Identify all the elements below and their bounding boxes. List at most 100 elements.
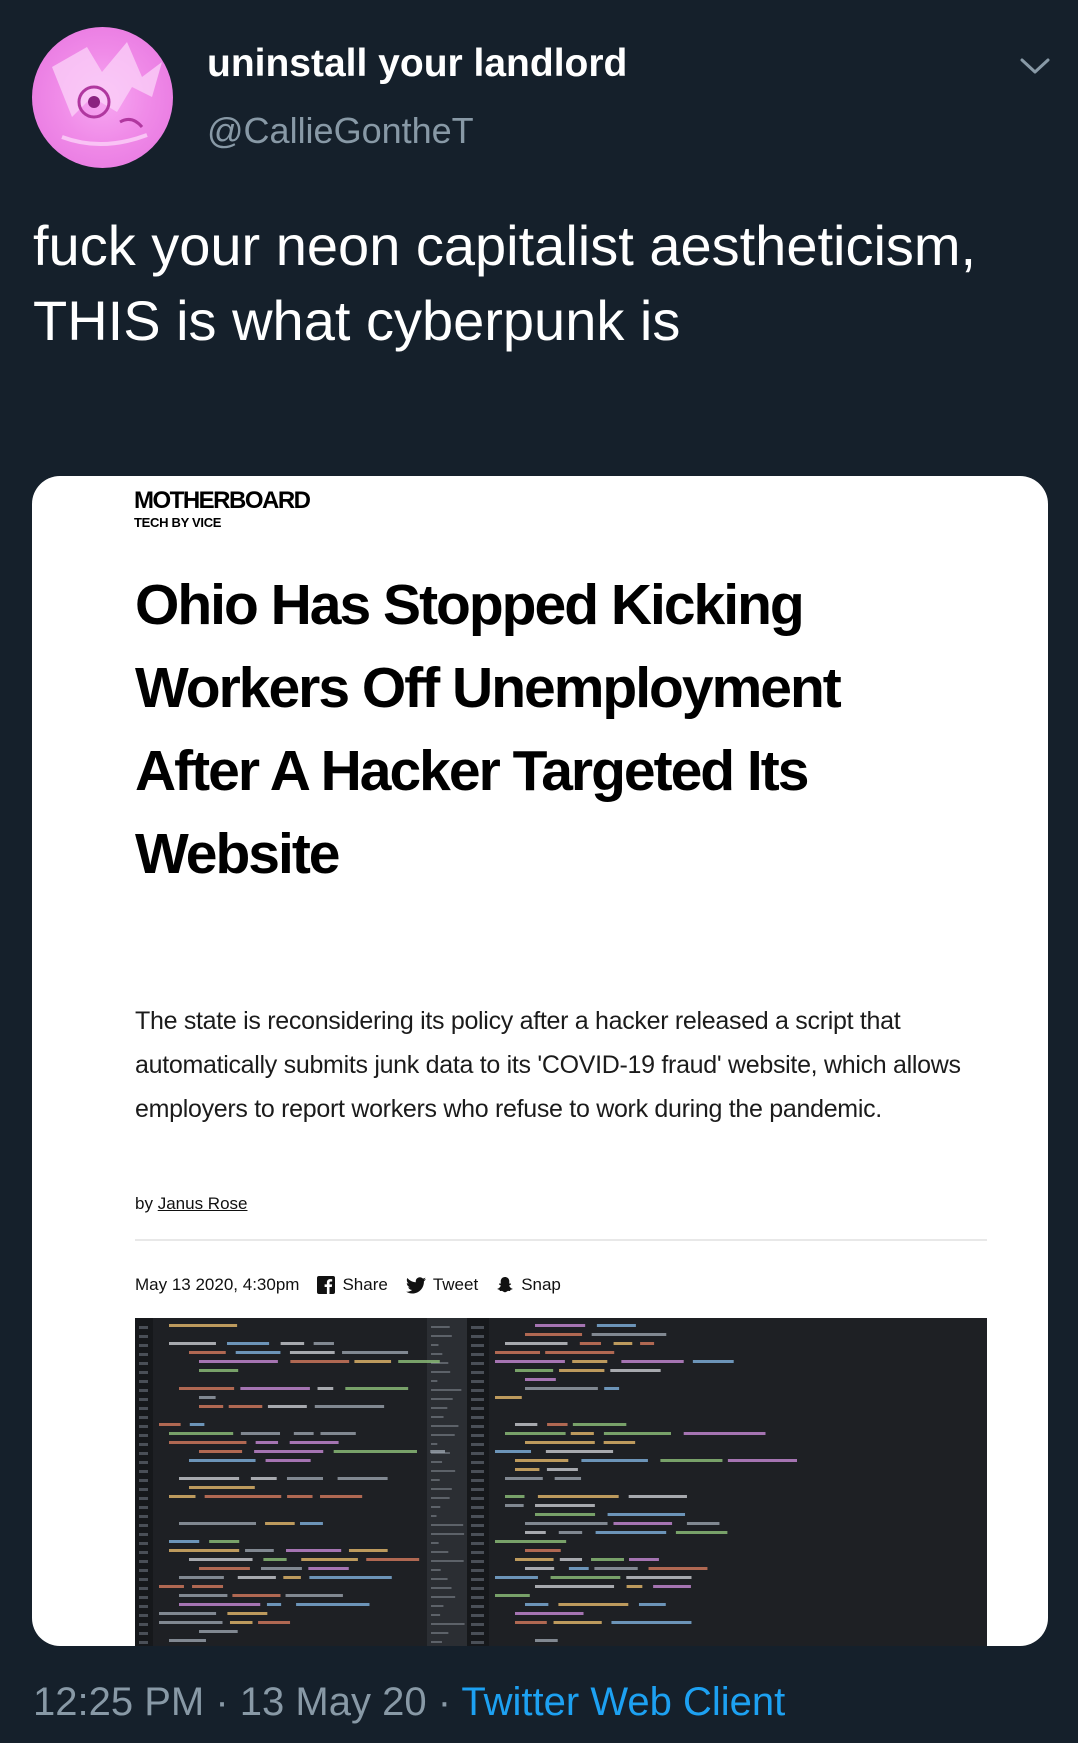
code-blur-mark <box>570 1432 594 1435</box>
code-blur-mark <box>471 1542 484 1545</box>
code-blur-mark <box>139 1560 148 1563</box>
code-blur-mark <box>431 1497 450 1499</box>
share-label: Share <box>342 1275 388 1294</box>
code-blur-mark <box>179 1603 261 1606</box>
code-blur-mark <box>471 1425 484 1428</box>
code-blur-mark <box>554 1477 582 1480</box>
tweet-date: 13 May 20 <box>239 1680 427 1724</box>
code-blur-mark <box>159 1612 217 1615</box>
code-blur-mark <box>431 1560 464 1562</box>
byline-prefix: by <box>135 1194 153 1213</box>
code-blur-mark <box>471 1461 484 1464</box>
tweet-share-button: Tweet <box>405 1275 478 1295</box>
code-blur-mark <box>139 1488 148 1491</box>
twitter-bird-icon <box>405 1276 426 1293</box>
code-blur-mark <box>525 1441 595 1444</box>
code-blur-mark <box>139 1380 148 1383</box>
code-blur-mark <box>471 1443 484 1446</box>
code-blur-mark <box>314 1405 385 1408</box>
publish-date: May 13 2020, 4:30pm <box>135 1275 300 1294</box>
code-blur-mark <box>545 1450 614 1453</box>
code-blur-mark <box>515 1468 540 1471</box>
code-blur-mark <box>471 1551 484 1554</box>
code-blur-mark <box>431 1380 438 1382</box>
code-blur-mark <box>525 1603 549 1606</box>
code-blur-mark <box>505 1477 543 1480</box>
code-blur-mark <box>139 1443 148 1446</box>
code-blur-mark <box>525 1378 556 1381</box>
code-blur-mark <box>431 1542 439 1544</box>
code-blur-mark <box>431 1614 441 1616</box>
code-blur-mark <box>431 1623 465 1625</box>
code-blur-mark <box>169 1549 240 1552</box>
tweet-client-link[interactable]: Twitter Web Client <box>461 1680 785 1724</box>
code-blur-mark <box>591 1333 667 1336</box>
code-blur-mark <box>289 1441 339 1444</box>
facebook-icon <box>317 1276 336 1294</box>
code-blur-mark <box>237 1576 276 1579</box>
code-blur-mark <box>686 1522 720 1525</box>
code-blur-mark <box>572 1360 608 1363</box>
code-blur-mark <box>471 1596 484 1599</box>
code-blur-mark <box>300 1522 323 1525</box>
code-blur-mark <box>199 1396 216 1399</box>
code-blur-mark <box>579 1342 602 1345</box>
code-blur-mark <box>613 1522 673 1525</box>
code-blur-mark <box>559 1558 583 1561</box>
article-dek: The state is reconsidering its policy af… <box>135 1007 961 1123</box>
code-blur-mark <box>179 1477 240 1480</box>
code-blur-mark <box>613 1342 633 1345</box>
code-blur-mark <box>139 1533 148 1536</box>
code-blur-mark <box>139 1479 148 1482</box>
code-blur-mark <box>471 1632 484 1635</box>
code-blur-mark <box>289 1351 335 1354</box>
display-name[interactable]: uninstall your landlord <box>207 42 627 86</box>
code-blur-mark <box>179 1522 257 1525</box>
code-blur-mark <box>431 1461 443 1463</box>
code-blur-mark <box>139 1434 148 1437</box>
code-blur-mark <box>317 1387 334 1390</box>
chevron-down-icon[interactable] <box>1018 52 1052 80</box>
avatar[interactable] <box>32 27 173 168</box>
code-blur-mark <box>320 1495 363 1498</box>
code-blur-mark <box>431 1641 442 1643</box>
code-blur-mark <box>603 1432 672 1435</box>
code-blur-mark <box>505 1495 525 1498</box>
code-blur-mark <box>626 1576 692 1579</box>
code-blur-mark <box>594 1567 638 1570</box>
code-blur-mark <box>159 1585 184 1588</box>
code-blur-mark <box>431 1425 459 1427</box>
code-blur-mark <box>290 1360 350 1363</box>
code-blur-mark <box>139 1461 148 1464</box>
code-blur-mark <box>139 1632 148 1635</box>
code-blur-mark <box>139 1641 148 1644</box>
tweet-time: 12:25 PM <box>33 1680 205 1724</box>
code-blur-mark <box>139 1470 148 1473</box>
code-blur-mark <box>547 1423 568 1426</box>
code-blur-mark <box>431 1470 456 1472</box>
brand-tagline: TECH BY VICE <box>134 515 222 530</box>
code-blur-mark <box>139 1389 148 1392</box>
code-blur-mark <box>139 1335 148 1338</box>
code-blur-mark <box>313 1342 334 1345</box>
code-blur-mark <box>169 1324 238 1327</box>
code-blur-mark <box>675 1531 728 1534</box>
code-blur-mark <box>431 1596 456 1598</box>
code-blur-mark <box>139 1596 148 1599</box>
code-blur-mark <box>604 1387 620 1390</box>
user-handle[interactable]: @CallieGontheT <box>207 110 474 152</box>
code-blur-mark <box>199 1567 250 1570</box>
code-blur-mark <box>471 1452 484 1455</box>
code-blur-mark <box>431 1524 464 1526</box>
code-blur-mark <box>525 1531 546 1534</box>
code-blur-mark <box>265 1459 311 1462</box>
code-blur-mark <box>320 1432 356 1435</box>
article-screenshot[interactable]: MOTHERBOARD TECH BY VICE Ohio Has Stoppe… <box>32 476 1048 1646</box>
code-blur-mark <box>545 1351 615 1354</box>
code-blur-mark <box>537 1495 619 1498</box>
code-blur-mark <box>611 1621 692 1624</box>
code-blur-mark <box>240 1387 310 1390</box>
code-blur-mark <box>638 1603 666 1606</box>
code-blur-mark <box>431 1344 439 1346</box>
code-blur-mark <box>660 1459 723 1462</box>
